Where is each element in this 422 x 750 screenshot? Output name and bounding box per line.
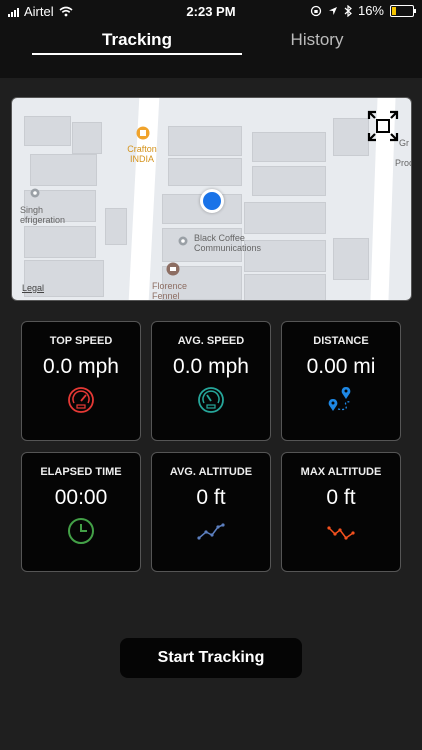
tab-header: Tracking History (0, 22, 422, 78)
shop-poi-icon[interactable] (166, 262, 180, 276)
gauge-icon (198, 387, 224, 413)
poi-crafton-label: Crafton INDIA (118, 144, 166, 164)
avg-speed-card: AVG. SPEED 0.0 mph (151, 321, 271, 441)
orientation-lock-icon (310, 5, 322, 16)
card-value: 0.0 mph (173, 355, 249, 378)
card-value: 00:00 (54, 486, 108, 509)
altitude-line-icon (197, 523, 225, 540)
map-label-edge-top: Gr (399, 138, 409, 148)
max-altitude-card: MAX ALTITUDE 0 ft (281, 452, 401, 572)
fullscreen-icon[interactable] (367, 110, 399, 142)
poi-name: Crafton (127, 144, 157, 154)
card-title: ELAPSED TIME (40, 466, 122, 478)
map-view[interactable]: Crafton INDIA Singh efrigeration Black C… (11, 97, 412, 301)
place-marker-icon (178, 236, 188, 246)
map-label-black-coffee: Black Coffee Communications (194, 233, 261, 253)
legal-link[interactable]: Legal (22, 283, 44, 293)
clock-icon (68, 518, 94, 544)
status-right: 16% (310, 3, 416, 18)
map-label-line: efrigeration (20, 215, 66, 225)
battery-percent: 16% (357, 3, 384, 18)
card-value: 0.0 mph (43, 355, 119, 378)
map-label-singh: Singh efrigeration (20, 205, 65, 225)
map-label-line: Fennel (152, 291, 180, 301)
card-title: TOP SPEED (49, 335, 113, 347)
battery-icon (390, 4, 416, 17)
top-speed-card: TOP SPEED 0.0 mph (21, 321, 141, 441)
card-value: 0 ft (326, 486, 356, 509)
map-label-line: Singh (20, 205, 44, 215)
start-tracking-button[interactable]: Start Tracking (120, 638, 302, 678)
map-label-line: Black Coffee (194, 233, 245, 243)
card-value: 0 ft (196, 486, 226, 509)
distance-card: DISTANCE 0.00 mi (281, 321, 401, 441)
place-marker-icon (30, 188, 40, 198)
tab-history[interactable]: History (242, 30, 392, 50)
current-location-dot (200, 189, 224, 213)
location-arrow-icon (328, 6, 337, 15)
poi-sub: INDIA (129, 154, 154, 164)
map-label-edge-bottom: Proc (395, 158, 412, 168)
tab-active-indicator (32, 53, 242, 55)
card-title: MAX ALTITUDE (300, 466, 382, 478)
map-label-line: Communications (194, 243, 262, 253)
route-pins-icon (328, 387, 351, 411)
speedometer-icon (68, 387, 94, 413)
bluetooth-icon (344, 4, 352, 17)
card-value: 0.00 mi (306, 355, 376, 378)
map-label-florence: Florence Fennel (152, 281, 188, 301)
tab-tracking[interactable]: Tracking (32, 30, 242, 50)
card-title: DISTANCE (313, 335, 369, 347)
status-bar: Airtel 2:23 PM 16% (0, 0, 422, 22)
card-title: AVG. SPEED (177, 335, 245, 347)
max-altitude-line-icon (327, 526, 355, 540)
elapsed-time-card: ELAPSED TIME 00:00 (21, 452, 141, 572)
map-label-line: Florence (152, 281, 188, 291)
card-title: AVG. ALTITUDE (169, 466, 253, 478)
avg-altitude-card: AVG. ALTITUDE 0 ft (151, 452, 271, 572)
restaurant-poi-icon[interactable] (136, 126, 150, 140)
